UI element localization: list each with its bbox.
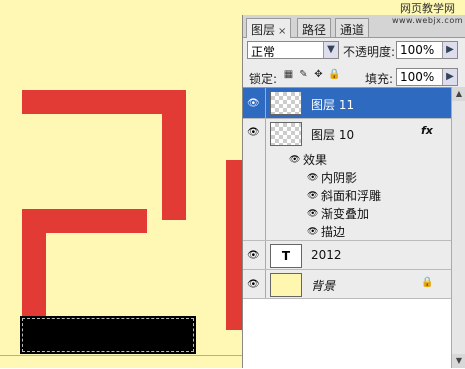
opacity-value: 100% (400, 43, 435, 57)
layer-row-10[interactable]: 👁 图层 10 fx 👁 效果 👁 内阴影 👁 斜面和浮雕 👁 渐变叠加 👁 描… (243, 119, 451, 241)
eye-icon[interactable]: 👁 (247, 251, 260, 261)
black-selected-rectangle[interactable] (20, 316, 196, 354)
watermark: 网页教学网 www.webjx.com (389, 3, 465, 27)
layer-name: 背景 (311, 279, 336, 293)
eye-icon[interactable]: 👁 (307, 228, 318, 237)
tab-layers-label: 图层 (251, 23, 276, 37)
chevron-right-icon: ▶ (442, 69, 457, 85)
tab-paths[interactable]: 路径 (297, 18, 332, 37)
padlock-icon[interactable]: 🔒 (328, 69, 340, 80)
effect-gradient-overlay[interactable]: 渐变叠加 (321, 205, 369, 222)
opacity-label: 不透明度: (343, 45, 396, 59)
tab-layers[interactable]: 图层 × (246, 18, 292, 38)
layer-thumbnail (270, 273, 302, 297)
eye-icon[interactable]: 👁 (307, 174, 318, 183)
tab-channels-label: 通道 (340, 23, 365, 37)
red-bar-far-right (226, 160, 242, 330)
tab-paths-label: 路径 (302, 23, 327, 37)
eye-icon[interactable]: 👁 (247, 280, 260, 290)
red-bar-right-vertical (162, 90, 186, 220)
guide-line (0, 355, 245, 356)
chevron-down-icon: ▼ (323, 42, 338, 58)
blend-mode-select[interactable]: 正常 ▼ (247, 41, 339, 59)
blend-mode-value: 正常 (251, 45, 276, 59)
layer-row-11[interactable]: 👁 图层 11 (243, 88, 451, 119)
layer-row-background[interactable]: 👁 背景 🔒 (243, 270, 451, 299)
lock-label: 锁定: (249, 72, 278, 86)
close-icon[interactable]: × (278, 26, 286, 37)
effects-label: 效果 (303, 153, 328, 167)
scroll-down-icon[interactable]: ▼ (452, 354, 465, 368)
tab-channels[interactable]: 通道 (335, 18, 370, 37)
effect-bevel-emboss[interactable]: 斜面和浮雕 (321, 187, 381, 204)
text-layer-thumbnail: T (270, 244, 302, 268)
red-bar-left-vertical (22, 209, 46, 321)
effect-stroke[interactable]: 描边 (321, 223, 345, 240)
watermark-en: www.webjx.com (391, 16, 464, 25)
layer-thumbnail (270, 122, 302, 146)
layer-name: 图层 11 (311, 98, 355, 112)
fill-field[interactable]: 100% ▶ (396, 68, 458, 86)
move-lock-icon[interactable]: ✥ (313, 69, 324, 80)
layer-name: 图层 10 (311, 128, 355, 142)
layers-scrollbar[interactable]: ▲ ▼ (451, 87, 465, 368)
padlock-icon: 🔒 (421, 277, 434, 288)
fx-icon[interactable]: fx (421, 124, 433, 137)
eye-icon[interactable]: 👁 (247, 128, 260, 138)
eye-icon[interactable]: 👁 (307, 210, 318, 219)
opacity-field[interactable]: 100% ▶ (396, 41, 458, 59)
eye-icon[interactable]: 👁 (289, 156, 300, 165)
layers-panel: 图层 × 路径 通道 网页教学网 www.webjx.com 正常 ▼ 不透明度:… (242, 3, 465, 369)
fill-value: 100% (400, 70, 435, 84)
transparency-lock-icon[interactable]: ▦ (283, 69, 294, 80)
brush-lock-icon[interactable]: ✎ (298, 69, 309, 80)
eye-icon[interactable]: 👁 (307, 192, 318, 201)
layers-list: 👁 图层 11 👁 图层 10 fx 👁 效果 👁 内阴影 👁 斜面和浮雕 👁 … (243, 87, 451, 369)
layer-row-2012[interactable]: 👁 T 2012 (243, 241, 451, 270)
chevron-right-icon: ▶ (442, 42, 457, 58)
layer-name: 2012 (311, 248, 342, 262)
scroll-up-icon[interactable]: ▲ (452, 87, 465, 101)
effect-inner-shadow[interactable]: 内阴影 (321, 169, 357, 186)
fill-label: 填充: (365, 72, 394, 86)
watermark-cn: 网页教学网 (400, 2, 455, 15)
eye-icon[interactable]: 👁 (247, 99, 260, 109)
layer-thumbnail (270, 91, 302, 115)
